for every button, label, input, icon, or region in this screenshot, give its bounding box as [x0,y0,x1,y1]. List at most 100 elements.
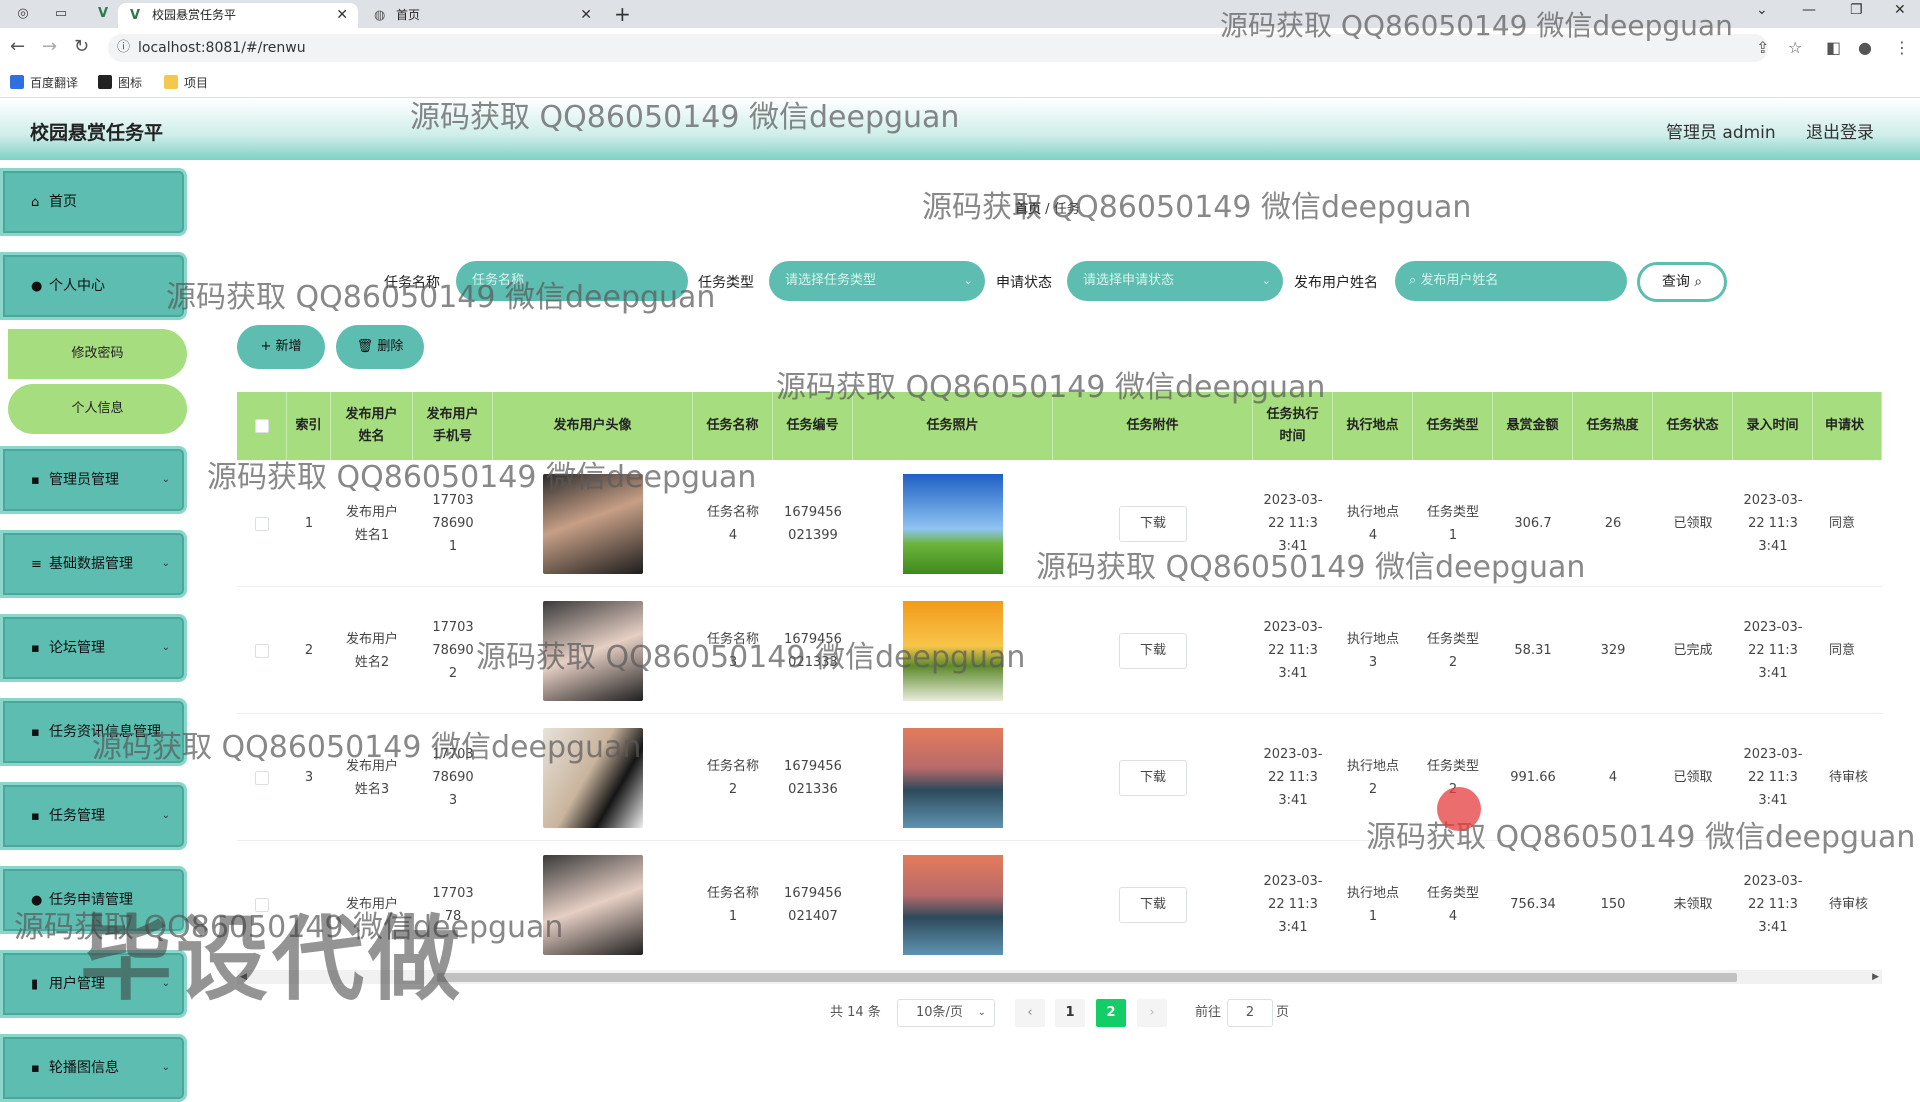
forward-icon[interactable]: → [42,36,57,57]
col-header[interactable]: 任务名称 [693,392,773,460]
horizontal-scrollbar[interactable]: ◀ ▶ [237,970,1882,984]
url-field[interactable]: ⓘ localhost:8081/#/renwu [108,34,1768,62]
chevron-down-icon: ⌄ [963,274,973,287]
sidebar-item-carousel[interactable]: ▪ 轮播图信息 ⌄ [0,1034,187,1102]
col-header[interactable]: 录入时间 [1733,392,1813,460]
share-icon[interactable]: ⇪ [1756,38,1769,57]
sidebar-sub-change-password[interactable]: 修改密码 [8,329,187,379]
query-button[interactable]: 查询 ⌕ [1637,262,1727,302]
browser-menu-icon[interactable]: ◎ [12,4,34,24]
download-button[interactable]: 下载 [1119,505,1187,542]
tab-search-icon[interactable]: ⌄ [1756,2,1768,18]
sidebar-item-profile[interactable]: ● 个人中心 [0,252,187,320]
col-header[interactable]: 任务状态 [1653,392,1733,460]
kebab-menu-icon[interactable]: ⋮ [1894,38,1910,57]
cell-code: 1679456021333 [784,631,842,670]
table-header: 索引 发布用户姓名 发布用户手机号 发布用户头像 任务名称 任务编号 任务照片 … [237,392,1882,460]
select-all-checkbox[interactable] [254,419,269,433]
side-panel-icon[interactable]: ◧ [1826,38,1841,57]
profile-icon[interactable]: ● [1858,38,1872,57]
page-1-button[interactable]: 1 [1055,999,1085,1027]
minimize-icon[interactable]: — [1802,2,1816,18]
row-checkbox[interactable] [255,770,269,785]
col-header[interactable]: 发布用户手机号 [413,392,493,460]
task-photo-image[interactable] [903,727,1003,828]
cell-type: 任务类型4 [1427,885,1480,924]
col-header[interactable]: 任务编号 [773,392,853,460]
publisher-avatar-image[interactable] [543,473,643,574]
table-row[interactable]: 2 发布用户姓名2 17703786902 任务名称3 1679456021333 下载 2… [237,587,1882,714]
back-icon[interactable]: ← [10,36,25,57]
close-tab-icon[interactable]: ✕ [580,3,592,28]
task-photo-image[interactable] [903,854,1003,955]
row-checkbox[interactable] [255,516,269,531]
table-row[interactable]: 发布用户 1770378 任务名称1 1679456021407 下载 2023-03-2… [237,841,1882,967]
task-photo-image[interactable] [903,473,1003,574]
add-button[interactable]: + 新增 [237,325,325,369]
delete-button[interactable]: 🗑 删除 [336,325,424,369]
sidebar-item-base-data[interactable]: ≡ 基础数据管理 ⌄ [0,530,187,598]
info-icon[interactable]: ⓘ [117,34,130,62]
scrollbar-thumb[interactable] [437,973,1737,982]
download-button[interactable]: 下载 [1119,632,1187,669]
breadcrumb-home[interactable]: 首页 [1015,202,1041,217]
page-size-select[interactable]: 10条/页 ⌄ [897,999,995,1027]
photo-cell [853,714,1053,841]
avatar-cell [493,841,693,967]
next-page-button[interactable]: › [1137,999,1167,1027]
sidebar-item-forum[interactable]: ▪ 论坛管理 ⌄ [0,614,187,682]
col-header[interactable]: 任务附件 [1053,392,1253,460]
col-header[interactable]: 任务执行时间 [1253,392,1333,460]
col-header[interactable]: 发布用户姓名 [331,392,413,460]
col-header[interactable]: 任务热度 [1573,392,1653,460]
globe-icon: ◍ [374,8,386,23]
logout-link[interactable]: 退出登录 [1806,118,1874,143]
sidebar-item-admin[interactable]: ▪ 管理员管理 ⌄ [0,446,187,514]
apply-status-select[interactable]: 请选择申请状态 ⌄ [1067,261,1283,301]
download-button[interactable]: 下载 [1119,759,1187,796]
new-tab-icon[interactable]: + [614,2,631,26]
col-header[interactable]: 申请状 [1813,392,1882,460]
page-2-button[interactable]: 2 [1096,999,1126,1027]
col-header[interactable]: 任务类型 [1413,392,1493,460]
sidebar-sub-personal-info[interactable]: 个人信息 [8,384,187,434]
close-tab-icon[interactable]: ✕ [336,3,348,28]
col-header[interactable]: 任务照片 [853,392,1053,460]
publisher-input[interactable]: ⌕ 发布用户姓名 [1395,261,1627,301]
bookmark-icons[interactable]: 图标 [98,74,142,91]
tab-home[interactable]: ◍ 首页 ✕ [362,3,602,28]
task-name-input[interactable]: 任务名称 [456,261,688,301]
sidebar-item-task-news[interactable]: ▪ 任务资讯信息管理 [0,698,187,766]
col-header[interactable]: 执行地点 [1333,392,1413,460]
task-name-label: 任务名称 [384,275,440,291]
reload-icon[interactable]: ↻ [74,36,89,57]
publisher-avatar-image[interactable] [543,854,643,955]
bookmark-project[interactable]: 项目 [164,74,208,91]
restore-icon[interactable]: ❐ [1850,2,1863,18]
download-button[interactable]: 下载 [1119,886,1187,923]
star-icon[interactable]: ☆ [1788,38,1802,57]
cell-place: 执行地点2 [1347,758,1400,797]
bookmark-translate[interactable]: 百度翻译 [10,74,78,91]
goto-input[interactable]: 2 [1227,999,1273,1027]
publisher-avatar-image[interactable] [543,727,643,828]
vue-tab-icon[interactable]: V [92,4,114,24]
row-select-cell [237,587,287,714]
cell-index: 2 [304,643,314,658]
tab-app[interactable]: V 校园悬赏任务平 ✕ [118,3,358,28]
task-type-select[interactable]: 请选择任务类型 ⌄ [769,261,985,301]
row-checkbox[interactable] [255,643,269,658]
table-row[interactable]: 3 发布用户姓名3 17703786903 任务名称2 1679456021336 下载 2… [237,714,1882,841]
table-row[interactable]: 1 发布用户姓名1 17703786901 任务名称4 1679456021399 下载 2… [237,460,1882,587]
publisher-avatar-image[interactable] [543,600,643,701]
tab-group-icon[interactable]: ▭ [50,4,72,24]
sidebar-item-home[interactable]: ⌂ 首页 [0,168,187,236]
col-header[interactable]: 悬赏金额 [1493,392,1573,460]
col-header[interactable]: 发布用户头像 [493,392,693,460]
col-header[interactable]: 索引 [287,392,331,460]
task-photo-image[interactable] [903,600,1003,701]
prev-page-button[interactable]: ‹ [1015,999,1045,1027]
sidebar-item-task[interactable]: ▪ 任务管理 ⌄ [0,782,187,850]
scroll-right-icon[interactable]: ▶ [1872,970,1879,984]
close-window-icon[interactable]: ✕ [1894,2,1906,18]
